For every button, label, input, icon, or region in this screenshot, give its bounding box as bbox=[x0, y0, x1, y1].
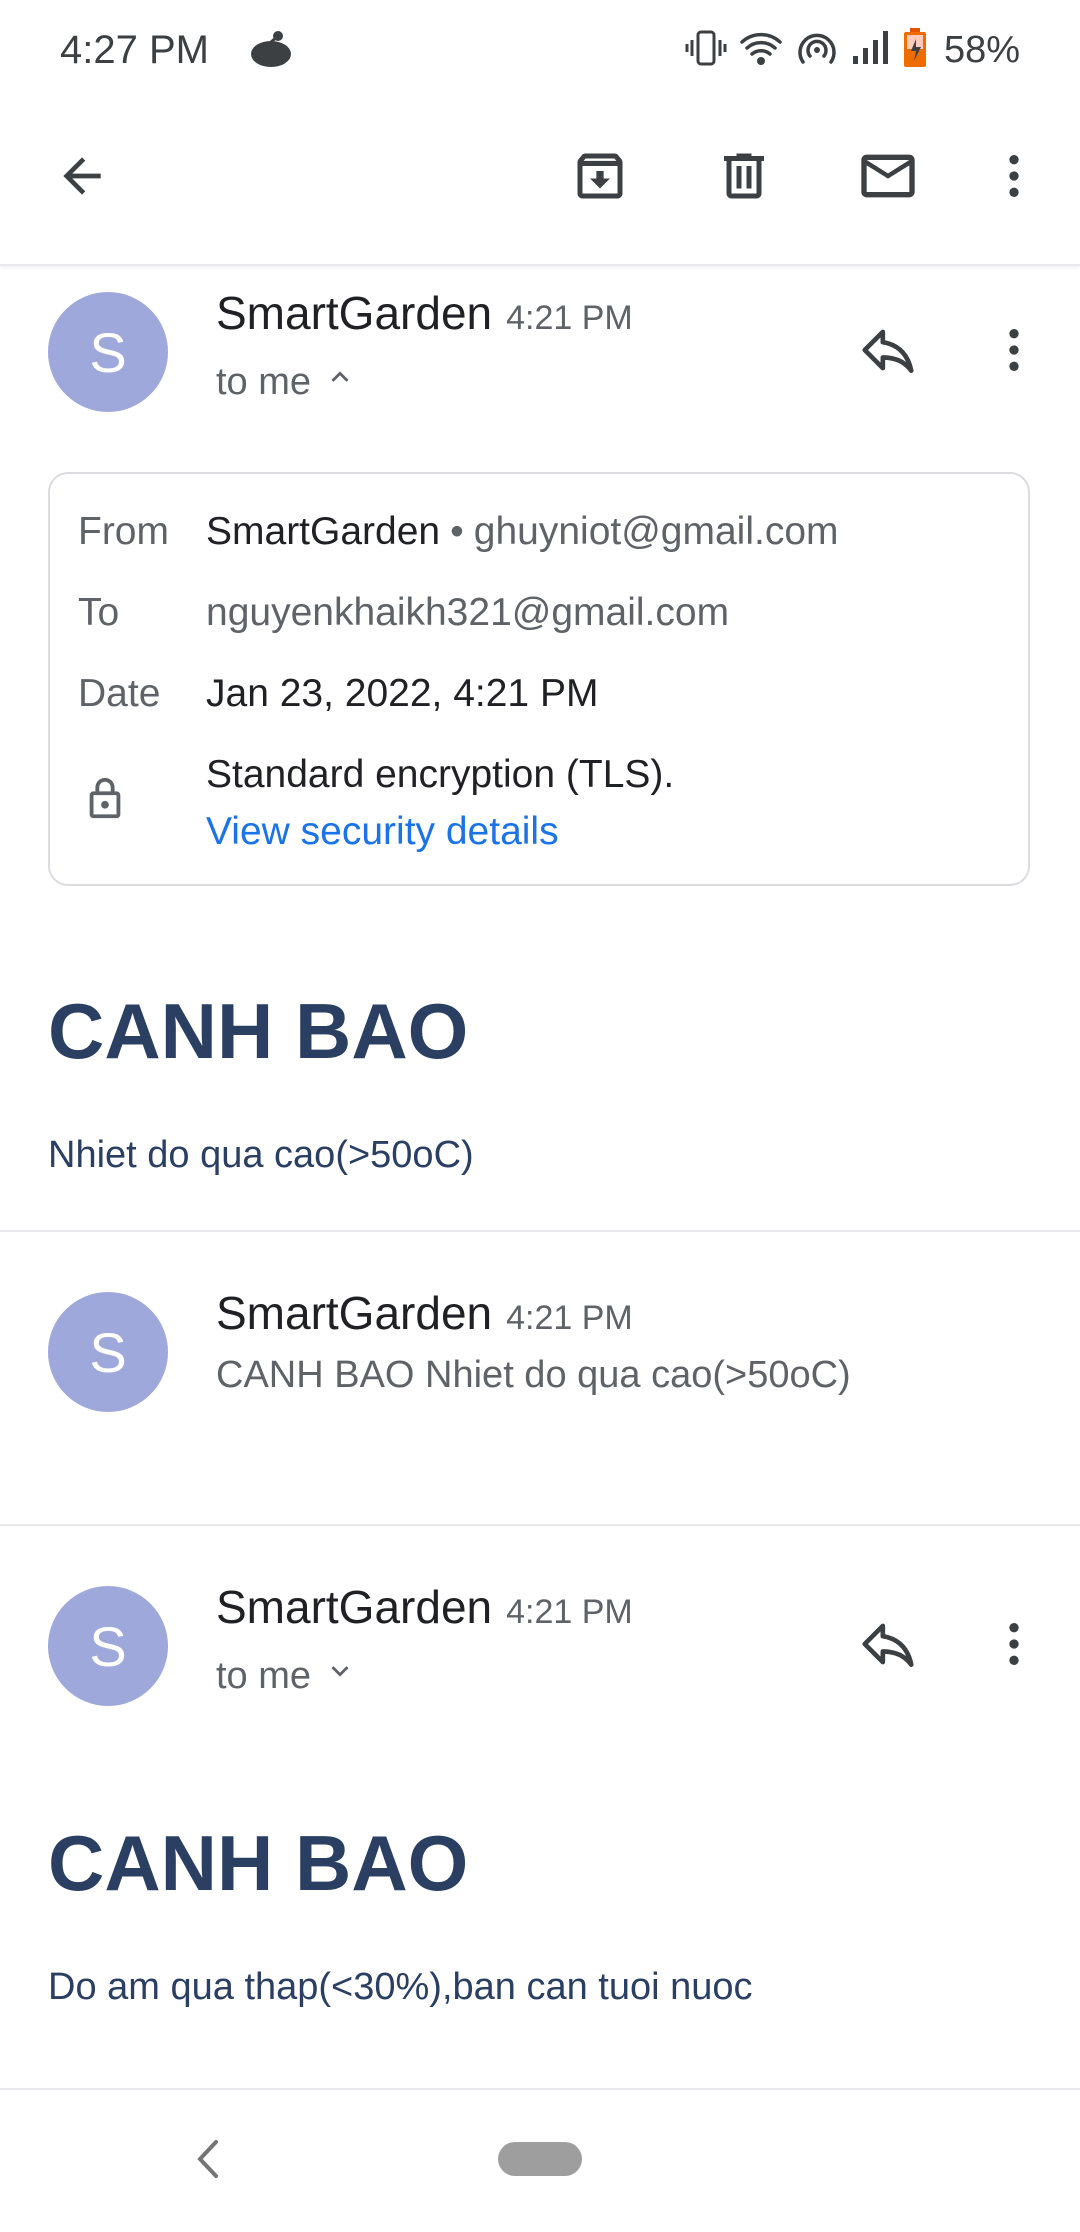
hotspot-icon bbox=[794, 28, 840, 73]
top-toolbar bbox=[0, 100, 1080, 266]
avatar: S bbox=[48, 292, 168, 412]
message-time: 4:21 PM bbox=[506, 1299, 633, 1337]
message-body: Do am qua thap(<30%),ban can tuoi nuoc bbox=[48, 1966, 753, 2008]
message-snippet: CANH BAO Nhiet do qua cao(>50oC) bbox=[216, 1354, 851, 1396]
mail-icon bbox=[856, 144, 920, 213]
reply-icon bbox=[857, 319, 919, 386]
collapsed-message[interactable]: S SmartGarden 4:21 PM CANH BAO Nhiet do … bbox=[0, 1232, 1080, 1522]
to-email[interactable]: nguyenkhaikh321@gmail.com bbox=[206, 591, 729, 635]
battery-icon bbox=[902, 27, 928, 74]
reply-icon bbox=[857, 1613, 919, 1680]
archive-button[interactable] bbox=[550, 128, 650, 228]
nav-back-button[interactable] bbox=[190, 2134, 226, 2189]
message-more-button[interactable] bbox=[964, 1596, 1064, 1696]
lock-icon bbox=[82, 774, 128, 829]
recipient-label: to me bbox=[216, 360, 312, 403]
chevron-left-icon bbox=[190, 2140, 226, 2188]
chevron-down-icon bbox=[323, 1654, 357, 1698]
more-vert-icon bbox=[986, 148, 1042, 209]
from-email[interactable]: ghuyniot@gmail.com bbox=[474, 510, 839, 554]
message-heading: CANH BAO bbox=[48, 1819, 469, 1907]
trash-icon bbox=[714, 146, 774, 211]
message-time: 4:21 PM bbox=[506, 1593, 633, 1631]
chevron-up-icon bbox=[323, 360, 357, 404]
battery-percent: 58% bbox=[943, 28, 1020, 71]
more-options-button[interactable] bbox=[964, 128, 1064, 228]
vibrate-icon bbox=[684, 28, 728, 73]
wifi-icon bbox=[738, 28, 784, 73]
avatar: S bbox=[48, 1586, 168, 1706]
view-security-details-link[interactable]: View security details bbox=[206, 810, 559, 854]
reply-button[interactable] bbox=[838, 302, 938, 402]
reply-button[interactable] bbox=[838, 1596, 938, 1696]
from-label: From bbox=[78, 510, 169, 553]
more-vert-icon bbox=[986, 1616, 1042, 1677]
recipient-toggle[interactable]: to me bbox=[216, 360, 357, 404]
status-time: 4:27 PM bbox=[60, 28, 209, 72]
from-name: SmartGarden bbox=[206, 510, 441, 553]
nav-home-pill[interactable] bbox=[498, 2142, 582, 2176]
recipient-label: to me bbox=[216, 1654, 312, 1697]
divider bbox=[0, 2088, 1080, 2090]
from-separator: • bbox=[450, 510, 464, 553]
sender-name: SmartGarden bbox=[216, 1581, 493, 1633]
arrow-back-icon bbox=[54, 148, 110, 209]
avatar: S bbox=[48, 1292, 168, 1412]
recipient-toggle[interactable]: to me bbox=[216, 1654, 357, 1698]
from-value: SmartGarden • ghuyniot@gmail.com bbox=[206, 510, 839, 554]
message-more-button[interactable] bbox=[964, 302, 1064, 402]
notification-icon bbox=[248, 28, 294, 73]
more-vert-icon bbox=[986, 322, 1042, 383]
to-label: To bbox=[78, 591, 120, 634]
sender-name: SmartGarden bbox=[216, 287, 493, 339]
back-button[interactable] bbox=[32, 128, 132, 228]
message-details-panel: From SmartGarden • ghuyniot@gmail.com To… bbox=[48, 472, 1030, 886]
message-header[interactable]: SmartGarden 4:21 PM bbox=[216, 286, 633, 340]
message-header[interactable]: SmartGarden 4:21 PM bbox=[216, 1580, 633, 1634]
mark-unread-button[interactable] bbox=[838, 128, 938, 228]
date-label: Date bbox=[78, 672, 161, 715]
encryption-text: Standard encryption (TLS). bbox=[206, 753, 675, 796]
message-header: SmartGarden 4:21 PM bbox=[216, 1286, 633, 1340]
status-bar: 4:27 PM 58% bbox=[0, 0, 1080, 100]
status-icons: 58% bbox=[684, 22, 1020, 78]
signal-icon bbox=[850, 28, 892, 73]
delete-button[interactable] bbox=[694, 128, 794, 228]
sender-name: SmartGarden bbox=[216, 1287, 493, 1339]
message-body: Nhiet do qua cao(>50oC) bbox=[48, 1134, 474, 1176]
date-value: Jan 23, 2022, 4:21 PM bbox=[206, 672, 599, 715]
archive-icon bbox=[570, 146, 630, 211]
message-time: 4:21 PM bbox=[506, 299, 633, 337]
divider bbox=[0, 1524, 1080, 1526]
message-heading: CANH BAO bbox=[48, 987, 469, 1075]
